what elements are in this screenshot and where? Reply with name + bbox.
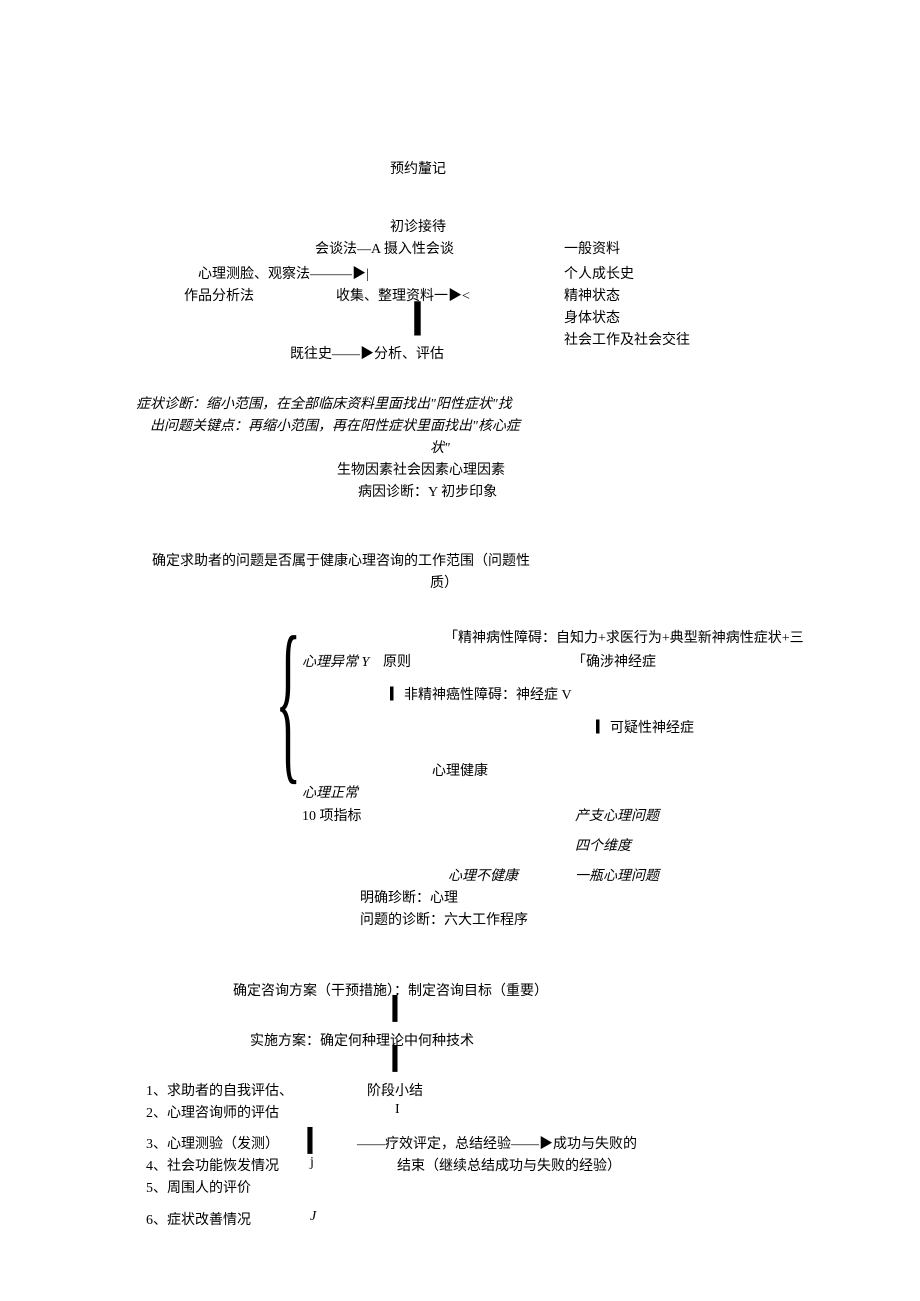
s1-r4: 身体状态 xyxy=(564,307,620,327)
s4-topright: 「精神病性障碍：自知力+求医行为+典型新神病性症状+三 xyxy=(444,627,804,647)
title: 预约釐记 xyxy=(390,158,446,178)
s2-l5: 病因诊断：Y 初步印象 xyxy=(358,481,497,501)
s5-e1: 1、求助者的自我评估、 xyxy=(146,1080,293,1100)
s5-e2: 2、心理咨询师的评估 xyxy=(146,1102,279,1122)
s5-mid-j: j xyxy=(310,1155,314,1171)
s3-l1: 确定求助者的问题是否属于健康心理咨询的工作范围（问题性 xyxy=(152,550,530,570)
s5-e6: 6、症状改善情况 xyxy=(146,1209,251,1229)
s4-d2: 问题的诊断：六大工作程序 xyxy=(360,909,528,929)
s1-bar: ▎ xyxy=(415,302,437,336)
s1-method-talk: 会谈法—A 摄入性会谈 xyxy=(315,238,454,258)
s4-b3r: 四个维度 xyxy=(575,835,631,855)
s1-r2: 个人成长史 xyxy=(564,263,634,283)
s4-b2: 10 项指标 xyxy=(302,805,362,825)
s1-method-left1: 心理测脸、观察法———▶| xyxy=(198,263,369,283)
s2-l3: 状" xyxy=(430,437,450,457)
s2-l4: 生物因素社会因素心理因素 xyxy=(337,459,505,479)
s4-mid: 心理健康 xyxy=(432,760,488,780)
s5-bar1: ▎ xyxy=(393,996,410,1022)
s5-midtop: 阶段小结 xyxy=(367,1080,423,1100)
s1-r3: 精神状态 xyxy=(564,285,620,305)
s4-a1c: 「确涉神经症 xyxy=(572,651,656,671)
s4-a1: 心理异常 Y xyxy=(302,651,369,671)
s5-e4: 4、社会功能恢发情况 xyxy=(146,1155,279,1175)
s2-l1: 症状诊断：缩小范围，在全部临床资料里面找出"阳性症状"找 xyxy=(136,393,512,413)
s1-collect: 收集、整理资料一▶< xyxy=(336,285,470,305)
s4-c1: 心理不健康 xyxy=(448,865,518,885)
s5-endj: J xyxy=(310,1209,316,1225)
s2-l2: 出问题关键点：再缩小范围，再在阳性症状里面找出"核心症 xyxy=(150,415,520,435)
s4-d1: 明确珍断：心理 xyxy=(360,887,458,907)
s4-b2r: 产支心理问题 xyxy=(575,805,659,825)
s1-method-left2: 作品分析法 xyxy=(184,285,254,305)
s1-header: 初诊接待 xyxy=(390,216,446,236)
s5-arrow: ——疗效评定，总结经验——▶成功与失败的 xyxy=(357,1133,637,1153)
s5-bar2: ▎ xyxy=(393,1046,410,1072)
s5-s2: 实施方案：确定何种理论中何种技术 xyxy=(250,1030,474,1050)
s3-l2: 质） xyxy=(430,572,458,592)
s5-end: 结束（继续总结成功与失败的经验） xyxy=(397,1155,621,1175)
s4-a1b: 原则 xyxy=(383,651,411,671)
s1-r1: 一般资料 xyxy=(564,238,620,258)
s4-a2: ▎非精神癌性障碍：神经症 V xyxy=(390,684,572,704)
s4-a2b: ▎可疑性神经症 xyxy=(596,717,694,737)
s4-c1r: 一瓶心理问题 xyxy=(575,865,659,885)
s4-b1: 心理正常 xyxy=(302,782,358,802)
s1-r5: 社会工作及社会交往 xyxy=(564,329,690,349)
s5-midtop-bar: I xyxy=(395,1102,400,1118)
s1-bottom: 既往史——▶分析、评估 xyxy=(290,343,444,363)
s5-e3: 3、心理测验（发测） xyxy=(146,1133,279,1153)
s5-midbar: ▎ xyxy=(308,1128,325,1154)
s5-s1: 确定咨询方案（干预措施）：制定咨询目标（重要） xyxy=(233,980,548,1000)
s5-e5: 5、周围人的评价 xyxy=(146,1177,251,1197)
brace-icon: { xyxy=(275,610,301,790)
